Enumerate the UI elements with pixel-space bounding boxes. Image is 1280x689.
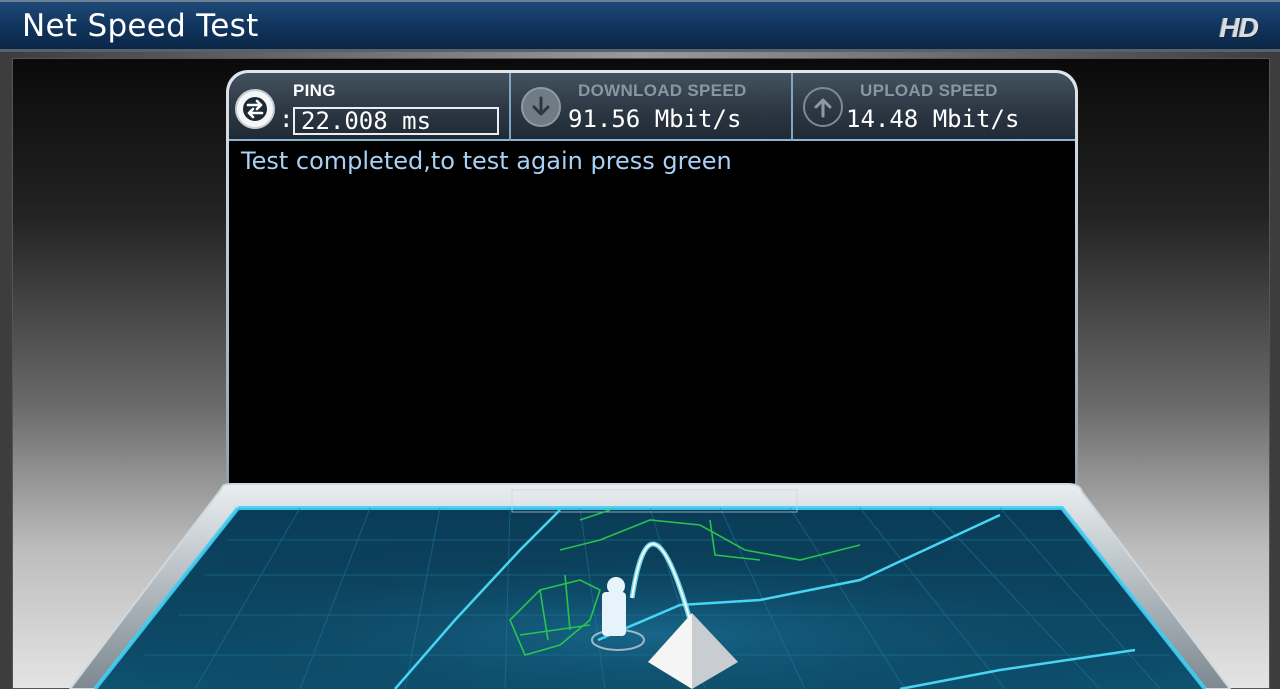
upload-label: UPLOAD SPEED [860, 81, 998, 100]
download-value: 91.56 Mbit/s [568, 105, 742, 133]
ping-separator: : [279, 105, 294, 133]
network-map [0, 480, 1280, 689]
ping-arrows-icon [235, 89, 275, 129]
results-panel: PING : 22.008 ms DOWNLOAD SPEED 91.56 Mb… [226, 70, 1078, 488]
download-cell: DOWNLOAD SPEED 91.56 Mbit/s [511, 73, 793, 141]
stats-bar: PING : 22.008 ms DOWNLOAD SPEED 91.56 Mb… [229, 73, 1075, 141]
download-label: DOWNLOAD SPEED [578, 81, 747, 100]
status-message: Test completed,to test again press green [241, 147, 732, 175]
ping-cell: PING : 22.008 ms [229, 73, 511, 141]
arrow-down-icon [521, 87, 561, 127]
title-bar: Net Speed Test HD [0, 0, 1280, 52]
ping-value-field: 22.008 ms [293, 107, 499, 135]
app-title: Net Speed Test [22, 8, 259, 44]
results-panel-inner: PING : 22.008 ms DOWNLOAD SPEED 91.56 Mb… [229, 73, 1075, 485]
arrow-up-icon [803, 87, 843, 127]
upload-value: 14.48 Mbit/s [846, 105, 1020, 133]
hd-badge: HD [1219, 12, 1259, 43]
ping-label: PING [293, 81, 336, 100]
map-graphic [68, 483, 1232, 689]
upload-cell: UPLOAD SPEED 14.48 Mbit/s [793, 73, 1075, 141]
